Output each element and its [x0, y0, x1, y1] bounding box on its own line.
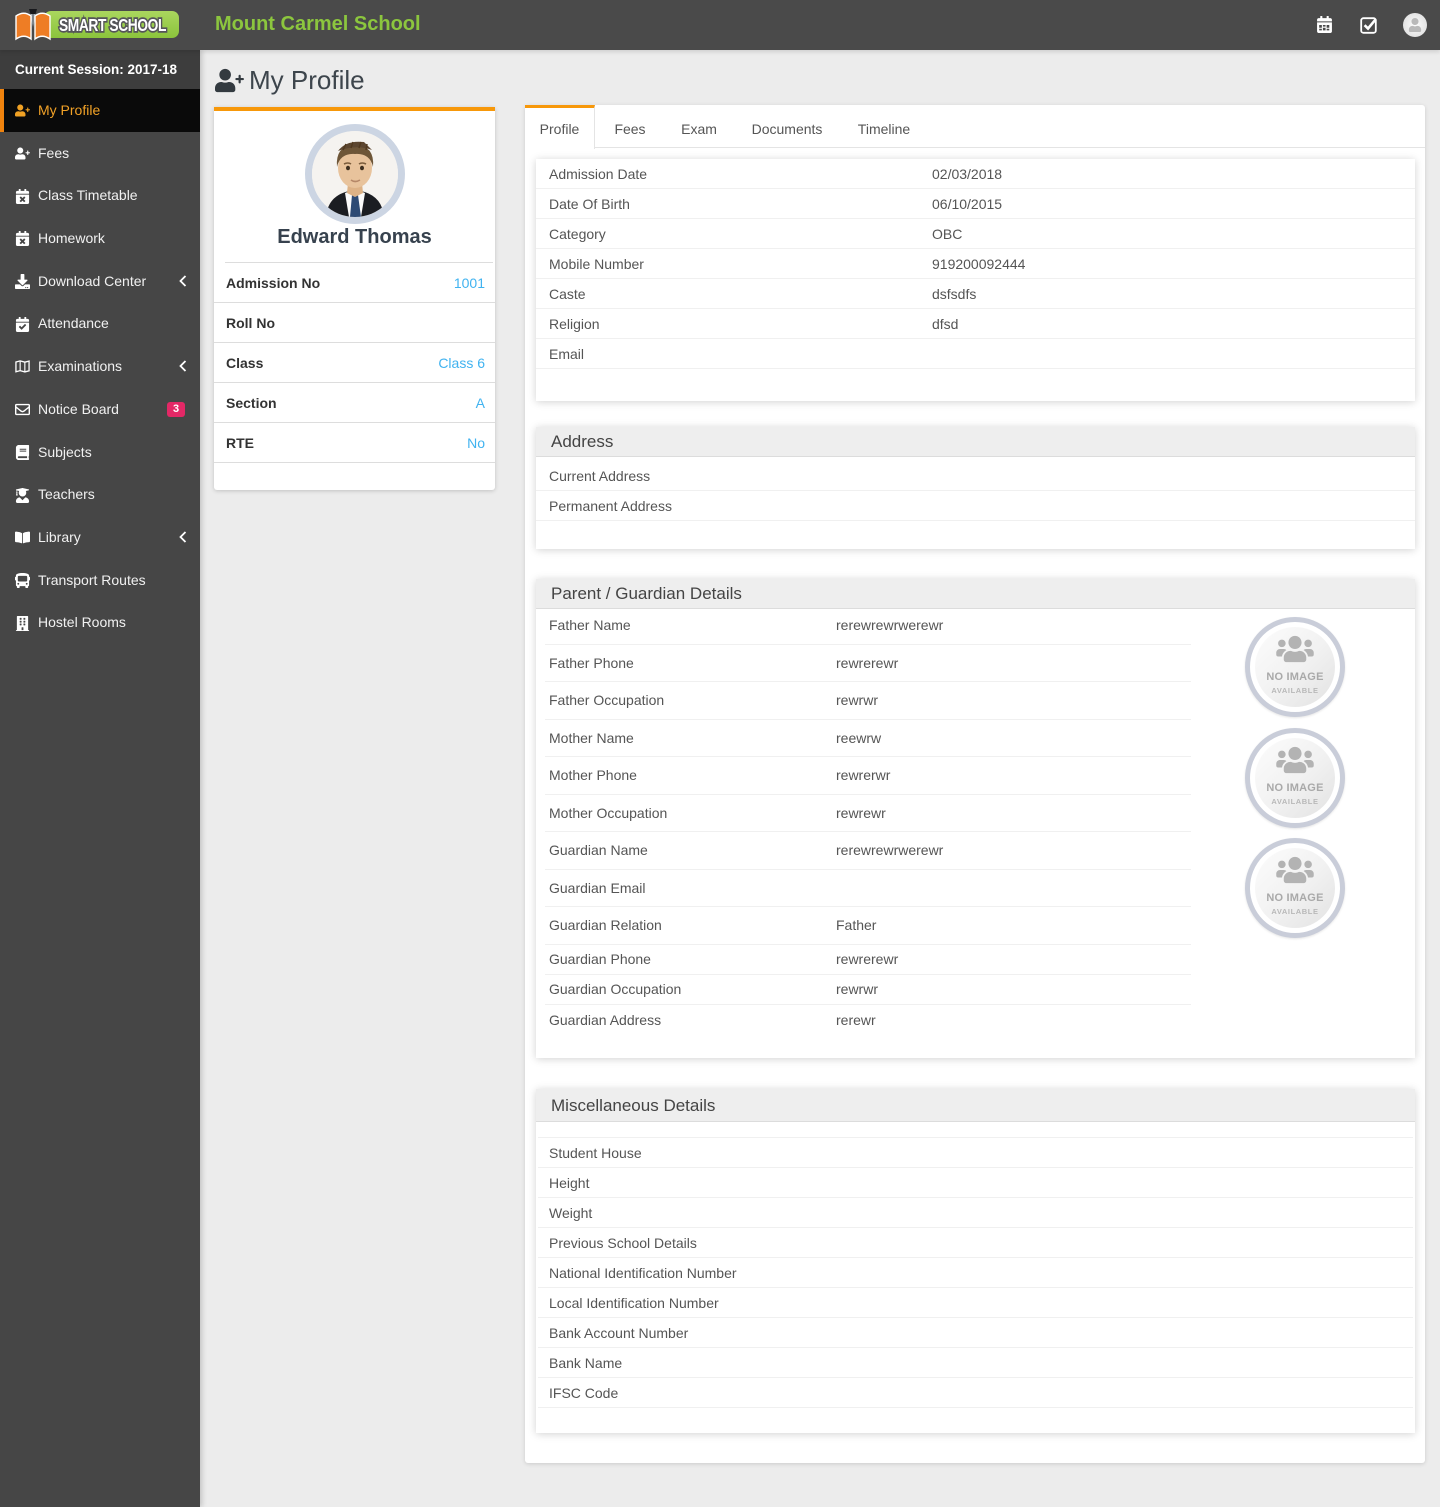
- svg-text:SMART SCHOOL: SMART SCHOOL: [59, 15, 167, 35]
